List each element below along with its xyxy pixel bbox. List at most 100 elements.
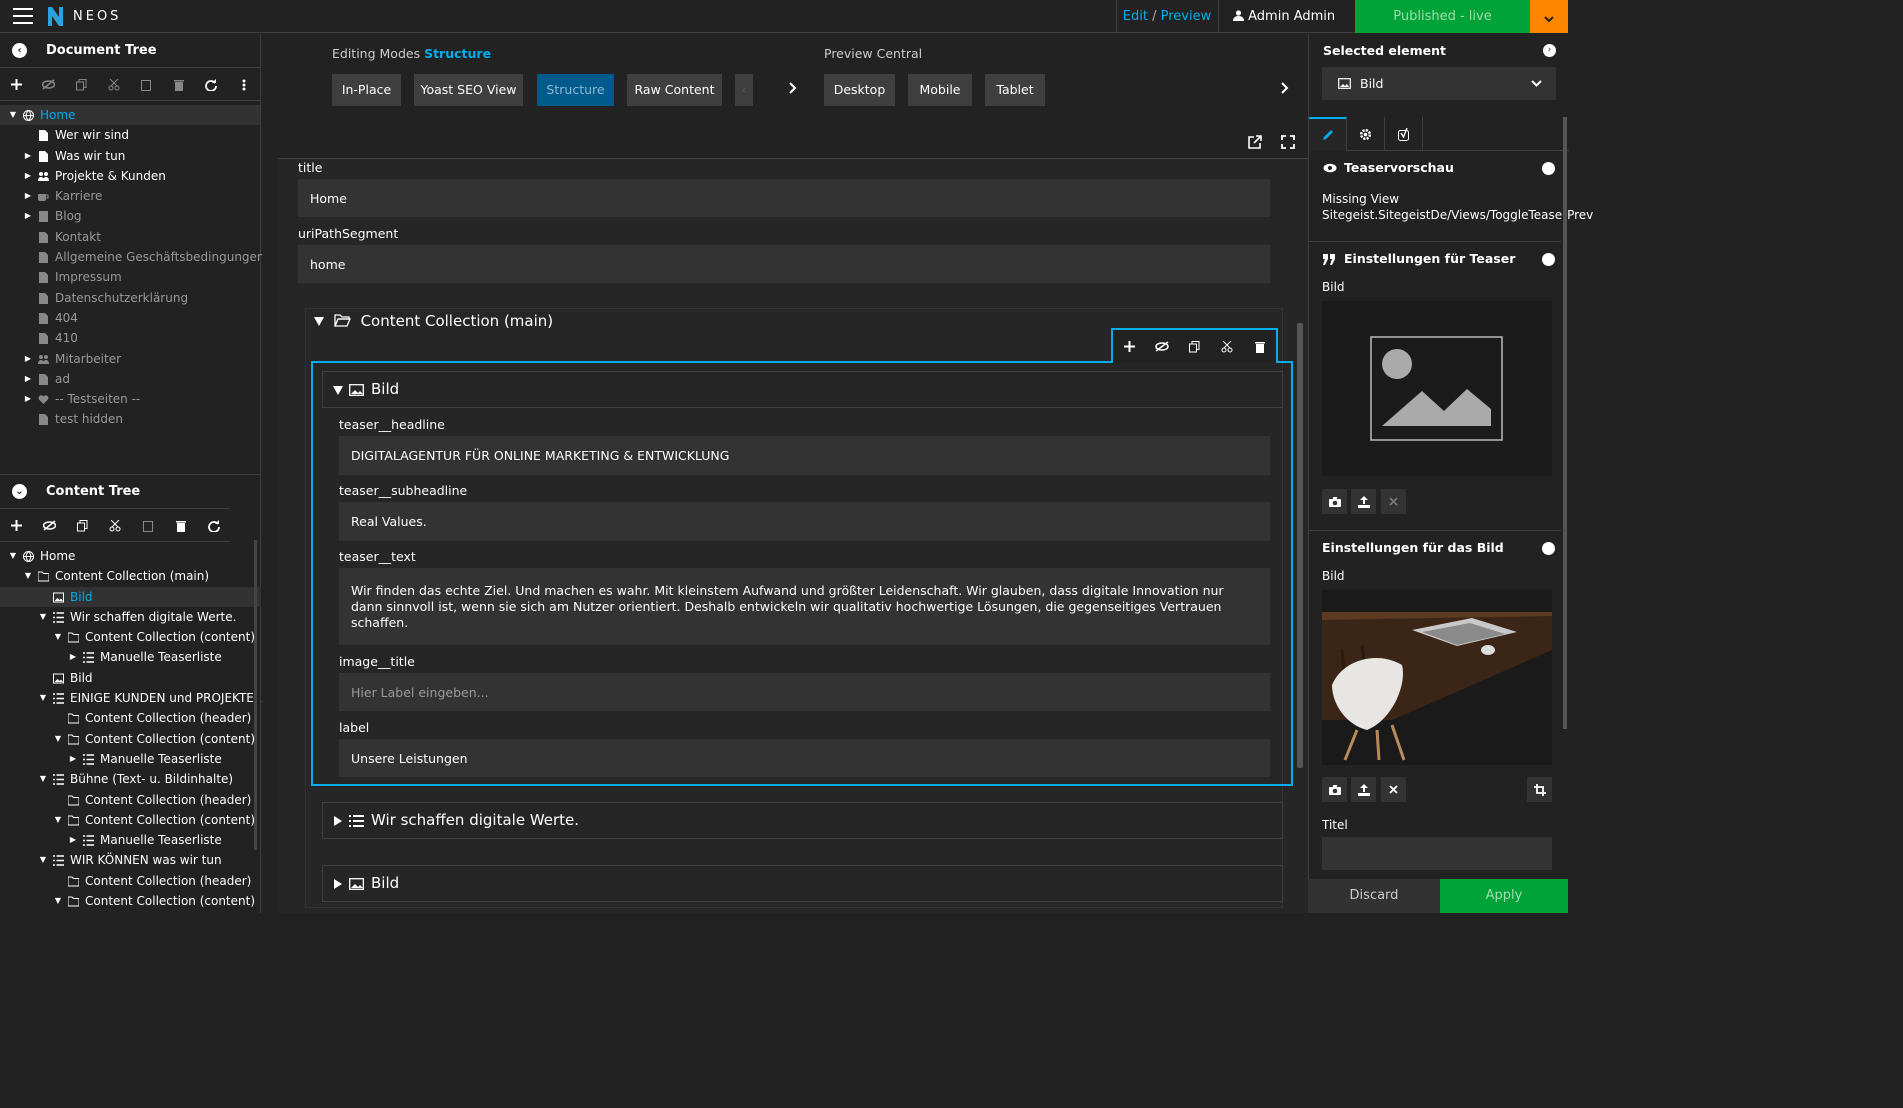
mode-overflow-button[interactable]: ‹ (735, 74, 753, 106)
edit-preview-toggle[interactable]: Edit / Preview (1116, 0, 1217, 33)
teaser-text-field[interactable]: Wir finden das echte Ziel. Und machen es… (339, 568, 1270, 645)
selected-element-dropdown[interactable]: Bild (1322, 67, 1556, 100)
caret-right-icon[interactable]: ▶ (23, 369, 33, 389)
tree-node[interactable]: ▼ EINIGE KUNDEN und PROJEKTE, A... (0, 688, 281, 708)
cut-node-icon[interactable] (1211, 330, 1244, 363)
titel-field[interactable] (1322, 837, 1552, 870)
open-external-icon[interactable] (1247, 134, 1263, 150)
caret-down-icon[interactable]: ▼ (53, 891, 63, 911)
caret-right-icon[interactable]: ▶ (23, 186, 33, 206)
collapsed-node-wir-schaffen[interactable]: Wir schaffen digitale Werte. (322, 802, 1283, 839)
teaser-image-placeholder[interactable] (1322, 301, 1552, 476)
caret-down-icon[interactable]: ▼ (53, 729, 63, 749)
mode-inplace-button[interactable]: In-Place (332, 74, 401, 106)
collapse-section-icon[interactable] (1542, 542, 1555, 555)
tree-node[interactable]: ▼ Home (0, 546, 261, 566)
copy-icon[interactable] (65, 68, 98, 101)
add-icon[interactable] (0, 68, 33, 101)
refresh-icon[interactable] (197, 509, 230, 542)
preview-next-icon[interactable] (1281, 82, 1289, 98)
tree-node[interactable]: ▼ Content Collection (main) (0, 566, 261, 586)
caret-down-icon[interactable]: ▼ (53, 810, 63, 830)
copy-icon[interactable] (66, 509, 99, 542)
tree-node[interactable]: Datenschutzerklärung (0, 288, 260, 308)
tree-node[interactable]: ▶ Manuelle Teaserliste (0, 830, 261, 850)
teaser-subheadline-field[interactable]: Real Values. (339, 502, 1270, 541)
title-field[interactable]: Home (298, 179, 1270, 217)
caret-down-icon[interactable]: ▼ (8, 105, 18, 125)
delete-icon[interactable] (164, 509, 197, 542)
modes-next-icon[interactable] (789, 82, 797, 98)
teaser-headline-field[interactable]: DIGITALAGENTUR FÜR ONLINE MARKETING & EN… (339, 436, 1270, 475)
tree-node[interactable]: ▼ Bühne (Text- u. Bildinhalte) (0, 769, 261, 789)
tree-node[interactable]: 404 (0, 308, 260, 328)
tree-node[interactable]: ▶ Was wir tun (0, 146, 260, 166)
tree-node[interactable]: Content Collection (header) (0, 708, 261, 728)
tree-node[interactable]: Bild (0, 668, 261, 688)
menu-icon[interactable] (13, 8, 33, 24)
preview-tablet-button[interactable]: Tablet (985, 74, 1045, 106)
tab-settings[interactable] (1347, 117, 1385, 151)
mode-yoast-button[interactable]: Yoast SEO View (414, 74, 523, 106)
tree-node[interactable]: ▼ Content Collection (content) (0, 810, 261, 830)
caret-right-icon[interactable]: ▶ (68, 647, 78, 667)
caret-right-icon[interactable]: ▶ (23, 349, 33, 369)
caret-right-icon[interactable]: ▶ (68, 749, 78, 769)
tree-node[interactable]: ▼ Home (0, 105, 260, 126)
delete-node-icon[interactable] (1243, 330, 1276, 363)
mode-structure-button[interactable]: Structure (537, 74, 614, 106)
user-menu[interactable]: Admin Admin (1218, 0, 1354, 53)
tree-node[interactable]: ▶ Mitarbeiter (0, 349, 260, 369)
paste-icon[interactable] (131, 509, 164, 542)
tree-node[interactable]: Content Collection (header) (0, 871, 261, 891)
label-field[interactable]: Unsere Leistungen (339, 739, 1270, 777)
tree-node[interactable]: Wer wir sind (0, 125, 260, 145)
collapse-left-icon[interactable]: ‹ (12, 43, 27, 58)
refresh-icon[interactable] (195, 68, 228, 101)
upload-button[interactable] (1351, 489, 1376, 514)
tree-node[interactable]: test hidden (0, 409, 260, 429)
tree-node[interactable]: ▶ Karriere (0, 186, 260, 206)
tab-seo[interactable] (1385, 117, 1423, 151)
copy-node-icon[interactable] (1178, 330, 1211, 363)
caret-right-icon[interactable]: ▶ (68, 830, 78, 850)
tree-node[interactable]: 410 (0, 328, 260, 348)
paste-icon[interactable] (130, 68, 163, 101)
caret-right-icon[interactable]: ▶ (23, 166, 33, 186)
cut-icon[interactable] (98, 68, 131, 101)
collapse-section-icon[interactable] (1542, 253, 1555, 266)
delete-icon[interactable] (163, 68, 196, 101)
tree-node[interactable]: ▶ Manuelle Teaserliste (0, 647, 261, 667)
remove-image-button[interactable] (1381, 489, 1406, 514)
caret-right-icon[interactable]: ▶ (23, 389, 33, 409)
tree-node[interactable]: ▼ Content Collection (content) (0, 729, 261, 749)
upload-button[interactable] (1351, 777, 1376, 802)
media-browser-button[interactable] (1322, 489, 1347, 514)
tree-node[interactable]: ▶ Blog (0, 206, 260, 226)
mode-raw-content-button[interactable]: Raw Content (627, 74, 722, 106)
fullscreen-icon[interactable] (1280, 134, 1296, 150)
tree-node[interactable]: ▶ ad (0, 369, 260, 389)
preview-desktop-button[interactable]: Desktop (824, 74, 895, 106)
tree-node[interactable]: ▶ -- Testseiten -- (0, 389, 260, 409)
tree-node[interactable]: ▶ Projekte & Kunden (0, 166, 260, 186)
caret-down-icon[interactable]: ▼ (8, 546, 18, 566)
canvas-scrollbar[interactable] (1297, 323, 1303, 768)
caret-right-icon[interactable]: ▶ (23, 146, 33, 166)
more-icon[interactable] (228, 68, 261, 101)
hide-icon[interactable] (33, 509, 66, 542)
caret-down-icon[interactable]: ▼ (38, 607, 48, 627)
publish-button[interactable]: Published - live (1355, 0, 1530, 33)
collapsed-node-bild[interactable]: Bild (322, 865, 1283, 902)
tree-node[interactable]: ▼ Wir schaffen digitale Werte. (0, 607, 261, 627)
caret-down-icon[interactable]: ▼ (38, 688, 48, 708)
caret-down-icon[interactable]: ▼ (38, 850, 48, 870)
tree-node[interactable]: ▶ Manuelle Teaserliste (0, 749, 261, 769)
collapse-inspector-icon[interactable]: › (1543, 44, 1556, 57)
cut-icon[interactable] (99, 509, 132, 542)
tree-node[interactable]: Impressum (0, 267, 260, 287)
remove-image-button[interactable] (1381, 777, 1406, 802)
image-preview[interactable] (1322, 590, 1552, 765)
tree-node[interactable]: Content Collection (header) (0, 790, 261, 810)
discard-button[interactable]: Discard (1308, 879, 1440, 913)
